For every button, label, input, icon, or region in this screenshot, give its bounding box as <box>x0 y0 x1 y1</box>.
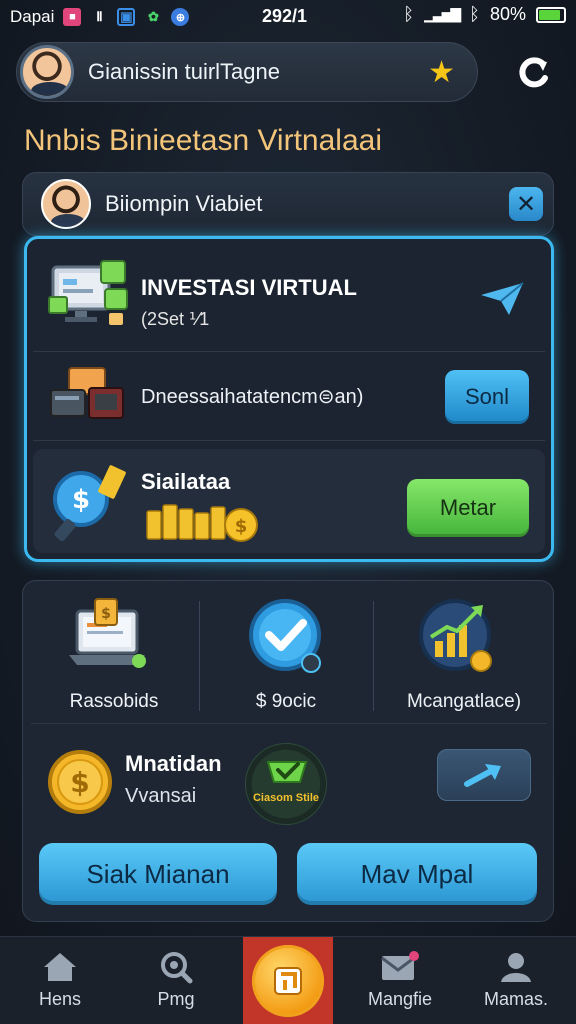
profile-card[interactable]: Biiompin Viabiet ✕ <box>22 172 554 236</box>
svg-text:$: $ <box>70 766 89 799</box>
tile-rassobids[interactable]: $ Rassobids <box>29 591 199 721</box>
badge[interactable]: Ciasom Stile <box>245 743 327 825</box>
globe-icon: ⊕ <box>171 8 190 26</box>
leaf-icon: ✿ <box>147 9 159 24</box>
send-icon[interactable] <box>479 281 525 317</box>
mav-mpal-button[interactable]: Mav Mpal <box>297 843 537 905</box>
row-item[interactable]: $ $ Siailataa Metar <box>33 449 545 553</box>
home-icon <box>40 949 80 985</box>
profile-name: Biiompin Viabiet <box>105 191 263 216</box>
mutasi-title: Mnatidan <box>125 751 222 776</box>
metar-button[interactable]: Metar <box>407 479 529 537</box>
divider <box>31 723 547 724</box>
nav-item-home[interactable]: Hens <box>2 937 118 1024</box>
battery-fill <box>539 9 560 20</box>
bluetooth-icon: ᛒ <box>469 4 480 24</box>
row-item[interactable]: Dneessaihatatencm⊜an) Sonl <box>33 351 545 441</box>
gallery-icon: ▣ <box>117 8 136 26</box>
arrow-up-right-icon <box>464 764 501 787</box>
tile-socic[interactable]: $ 9ocic <box>201 591 371 721</box>
dollar-coin-icon: $ <box>48 750 112 814</box>
siak-mianan-button[interactable]: Siak Mianan <box>39 843 277 905</box>
notification-icon: ■ <box>63 8 82 26</box>
sonl-button[interactable]: Sonl <box>445 370 529 424</box>
bottom-nav: Hens Pmg Mangfie Mamas. <box>0 936 576 1024</box>
svg-text:$: $ <box>235 516 248 537</box>
signal-icon: ▁▃▅▇ <box>424 6 461 22</box>
laptop-icon: $ <box>69 598 146 668</box>
search-icon <box>156 949 196 985</box>
mutasi-row[interactable]: $ Mnatidan Vvansai Ciasom Stile <box>23 729 555 829</box>
tile-label: Rassobids <box>69 691 159 712</box>
invest-row[interactable]: INVESTASI VIRTUAL (2Set ⅟1 <box>33 245 545 349</box>
row-label: Dneessaihatatencm⊜an) <box>141 386 364 408</box>
nav-item-profile[interactable]: Mamas. <box>458 937 574 1024</box>
mutasi-subtitle: Vvansai <box>125 785 197 807</box>
nfc-icon: Ⅱ <box>96 9 103 24</box>
mail-icon <box>380 949 420 985</box>
badge-label: Ciasom Stile <box>252 792 320 804</box>
invest-subtitle: (2Set ⅟1 <box>141 309 210 329</box>
row-label: Siailataa <box>141 469 231 494</box>
center-coin-icon <box>252 945 324 1017</box>
battery-icon <box>536 6 566 23</box>
shield-check-icon <box>266 761 308 783</box>
header-title: Gianissin tuirlTagne <box>88 59 280 84</box>
nav-item-center[interactable] <box>243 937 333 1024</box>
check-icon <box>249 599 321 673</box>
bluetooth-icon: ᛒ <box>403 4 415 24</box>
svg-text:$: $ <box>72 485 90 515</box>
divider <box>373 601 374 711</box>
refresh-button[interactable] <box>506 48 560 96</box>
divider <box>199 601 200 711</box>
nav-label: Mamas. <box>483 989 548 1009</box>
svg-text:$: $ <box>101 606 111 622</box>
profile-avatar-shirt <box>51 214 85 227</box>
battery-percent: 80% <box>489 4 526 24</box>
close-icon: ✕ <box>515 190 537 218</box>
clock: 292/1 <box>262 6 308 26</box>
nav-item-search[interactable]: Pmg <box>118 937 234 1024</box>
carrier-label: Dapai <box>10 7 55 26</box>
tile-mcangatlace[interactable]: Mcangatlace) <box>379 591 549 721</box>
tile-label: $ 9ocic <box>255 691 317 712</box>
refresh-icon <box>519 57 548 88</box>
profile-avatar <box>41 179 91 229</box>
tile-label: Mcangatlace) <box>406 691 522 712</box>
avatar[interactable] <box>20 45 74 99</box>
feature-panel: $ Rassobids $ 9ocic Mcangatlace) $ Mnati… <box>22 580 554 922</box>
nav-label: Hens <box>38 989 82 1009</box>
nav-item-mail[interactable]: Mangfie <box>342 937 458 1024</box>
avatar-shirt <box>31 82 69 96</box>
user-icon <box>496 949 536 985</box>
dashboard-icon <box>48 260 128 325</box>
invest-title: INVESTASI VIRTUAL <box>141 275 357 300</box>
growth-chart-icon <box>419 599 492 672</box>
status-bar: Dapai ■ Ⅱ ▣ ✿ ⊕ 292/1 ᛒ ▁▃▅▇ ᛒ 80% <box>0 0 576 34</box>
page-title: Nnbis Binieetasn Virtnalaai <box>24 124 382 157</box>
invest-panel: INVESTASI VIRTUAL (2Set ⅟1 Dneessaihatat… <box>24 236 554 562</box>
star-icon[interactable]: ★ <box>428 55 455 90</box>
header-bar[interactable]: Gianissin tuirlTagne ★ <box>16 42 478 102</box>
close-button[interactable]: ✕ <box>509 187 543 221</box>
nav-label: Mangfie <box>367 989 433 1009</box>
arrow-button[interactable] <box>437 749 531 801</box>
storage-icon <box>50 367 124 419</box>
nav-label: Pmg <box>157 989 195 1009</box>
